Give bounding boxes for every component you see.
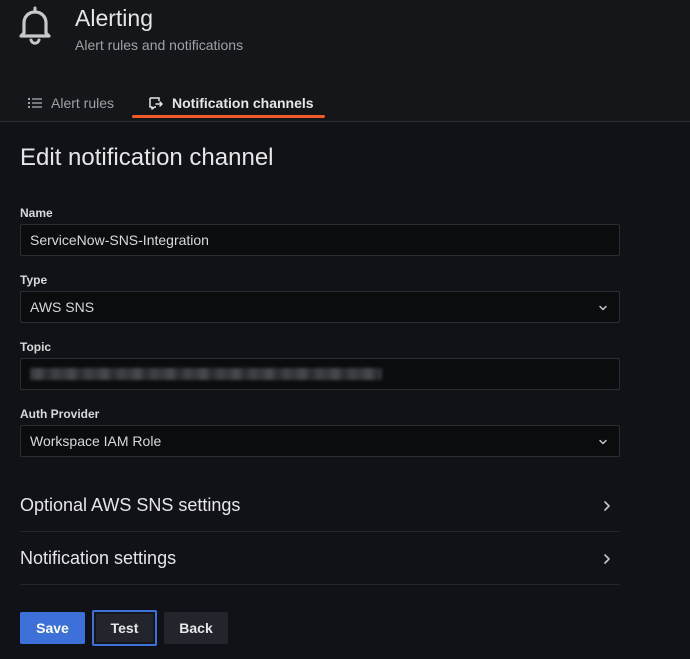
notification-settings-section[interactable]: Notification settings — [20, 533, 620, 585]
chevron-down-icon — [599, 439, 607, 445]
list-icon — [28, 98, 42, 108]
auth-provider-label: Auth Provider — [20, 407, 100, 421]
type-label: Type — [20, 273, 48, 287]
tab-alert-rules[interactable]: Alert rules — [27, 84, 114, 122]
page-header: Alerting Alert rules and notifications A… — [0, 0, 690, 122]
active-tab-indicator — [132, 115, 325, 118]
auth-provider-select[interactable]: Workspace IAM Role — [20, 425, 620, 457]
topic-field[interactable] — [20, 358, 620, 390]
topic-label: Topic — [20, 340, 52, 354]
page-title: Edit notification channel — [20, 144, 274, 171]
redacted-topic-value — [30, 368, 382, 380]
chevron-down-icon — [599, 305, 607, 311]
notification-settings-title: Notification settings — [20, 548, 177, 568]
tab-alert-rules-label: Alert rules — [51, 95, 115, 111]
page-title-header: Alerting — [75, 5, 153, 31]
comment-alt-share-icon — [149, 97, 163, 110]
type-select[interactable]: AWS SNS — [20, 291, 620, 323]
test-button[interactable]: Test — [92, 610, 157, 646]
chevron-right-icon — [604, 500, 610, 511]
type-selected-value: AWS SNS — [30, 299, 95, 315]
name-input[interactable] — [30, 232, 619, 248]
chevron-right-icon — [604, 553, 610, 564]
tab-bar: Alert rules Notification channels — [0, 84, 690, 122]
back-button[interactable]: Back — [164, 612, 228, 644]
save-button[interactable]: Save — [20, 612, 85, 644]
optional-aws-sns-settings-section[interactable]: Optional AWS SNS settings — [20, 480, 620, 532]
optional-aws-sns-settings-title: Optional AWS SNS settings — [20, 495, 241, 515]
page-subtitle: Alert rules and notifications — [75, 37, 244, 53]
auth-provider-selected-value: Workspace IAM Role — [30, 433, 162, 449]
tab-notification-channels-label: Notification channels — [172, 95, 314, 111]
name-field[interactable] — [20, 224, 620, 256]
bell-icon — [19, 6, 51, 45]
name-label: Name — [20, 206, 53, 220]
main-content: Edit notification channel Name Type AWS … — [0, 122, 690, 659]
